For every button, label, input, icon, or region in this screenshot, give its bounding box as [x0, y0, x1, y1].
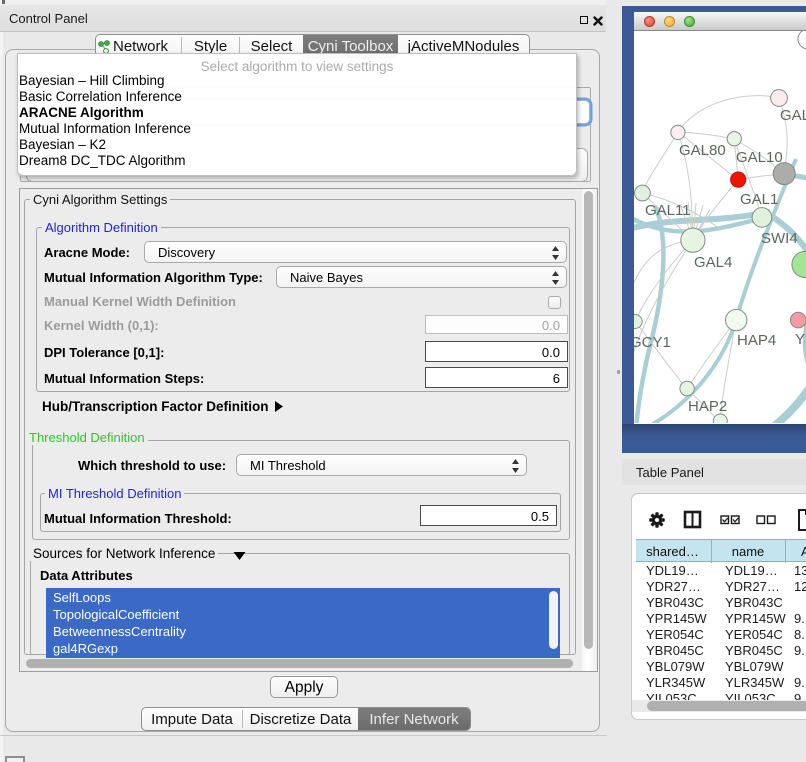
svg-text:GAL10: GAL10 — [736, 149, 783, 166]
svg-text:HAP4: HAP4 — [737, 332, 776, 349]
svg-text:GAL80: GAL80 — [679, 142, 726, 159]
svg-text:SWI4: SWI4 — [761, 230, 798, 247]
svg-text:GAL4: GAL4 — [694, 254, 732, 271]
svg-text:HAP2: HAP2 — [688, 398, 727, 415]
svg-text:GAL1: GAL1 — [740, 191, 778, 208]
svg-text:GAL11: GAL11 — [645, 202, 691, 219]
svg-text:GCY1: GCY1 — [634, 334, 671, 351]
svg-text:Y: Y — [795, 331, 805, 348]
svg-text:GAL2: GAL2 — [780, 107, 806, 124]
